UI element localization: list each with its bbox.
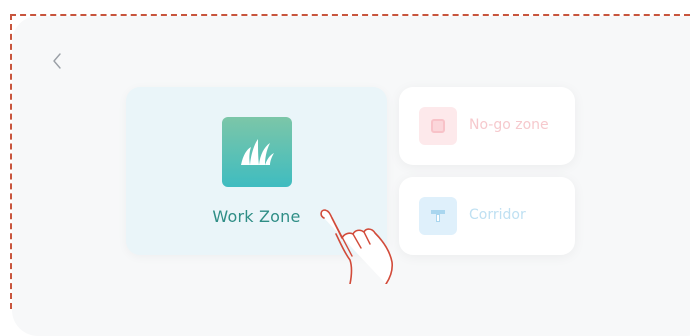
tap-hand-icon xyxy=(320,209,393,284)
corridor-card[interactable]: Corridor xyxy=(399,177,575,255)
grass-icon xyxy=(222,117,292,187)
corridor-icon xyxy=(419,197,457,235)
corridor-label: Corridor xyxy=(469,207,526,223)
back-button[interactable] xyxy=(48,50,66,72)
no-go-zone-label: No-go zone xyxy=(469,117,549,133)
chevron-left-icon xyxy=(53,53,61,69)
no-go-zone-card[interactable]: No-go zone xyxy=(399,87,575,165)
no-go-square-icon xyxy=(419,107,457,145)
